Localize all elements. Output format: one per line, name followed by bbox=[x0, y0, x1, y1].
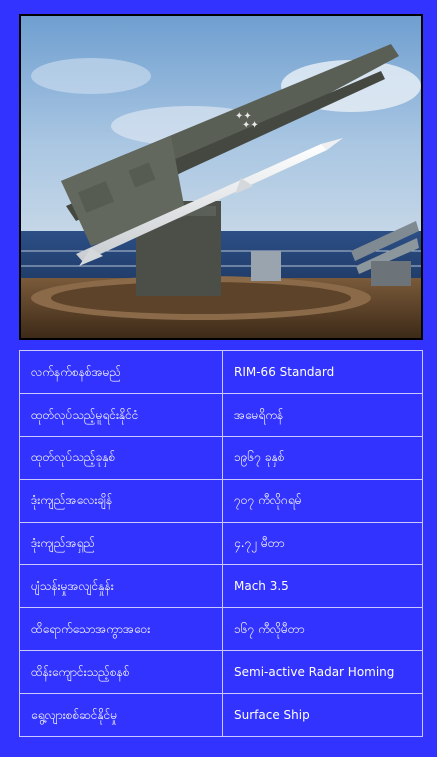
table-row: ဒုံးကျည်အလေးချိန် ၇၀၇ ကီလိုဂရမ် bbox=[19, 478, 423, 523]
spec-label: ထိန်းကျောင်းသည့်စနစ် bbox=[19, 650, 223, 694]
spec-label: ရွေ့လျားစစ်ဆင်နိုင်မှု bbox=[19, 693, 223, 737]
spec-label: ဒုံးကျည်အရှည် bbox=[19, 521, 223, 566]
spec-value: Mach 3.5 bbox=[222, 564, 423, 609]
spec-value: Semi-active Radar Homing bbox=[222, 650, 423, 694]
table-row: ထုတ်လုပ်သည့်ခုနှစ် ၁၉၆၇ ခုနှစ် bbox=[19, 435, 423, 480]
spec-label: လက်နက်စနစ်အမည် bbox=[19, 350, 223, 394]
table-row: ဒုံးကျည်အရှည် ၄.၇၂ မီတာ bbox=[19, 521, 423, 566]
spec-value: ၇၀၇ ကီလိုဂရမ် bbox=[222, 478, 423, 523]
table-row: ထုတ်လုပ်သည့်မူရင်းနိုင်ငံ အမေရိကန် bbox=[19, 392, 423, 437]
spec-value: ၄.၇၂ မီတာ bbox=[222, 521, 423, 566]
table-row: ထိရောက်သောအကွာအဝေး ၁၆၇ ကီလိုမီတာ bbox=[19, 607, 423, 652]
table-row: ရွေ့လျားစစ်ဆင်နိုင်မှု Surface Ship bbox=[19, 693, 423, 737]
spec-label: ထုတ်လုပ်သည့်မူရင်းနိုင်ငံ bbox=[19, 392, 223, 437]
table-row: ထိန်းကျောင်းသည့်စနစ် Semi-active Radar Ho… bbox=[19, 650, 423, 694]
spec-label: ထိရောက်သောအကွာအဝေး bbox=[19, 607, 223, 652]
svg-text:✦✦: ✦✦ bbox=[242, 120, 259, 131]
spec-label: ထုတ်လုပ်သည့်ခုနှစ် bbox=[19, 435, 223, 480]
spec-value: အမေရိကန် bbox=[222, 392, 423, 437]
spec-label: ဒုံးကျည်အလေးချိန် bbox=[19, 478, 223, 523]
table-row: ပျံသန်းမှုအလျင်နှုန်း Mach 3.5 bbox=[19, 564, 423, 609]
spec-value: ၁၉၆၇ ခုနှစ် bbox=[222, 435, 423, 480]
spec-value: Surface Ship bbox=[222, 693, 423, 737]
launcher-image: ✦✦ ✦✦ bbox=[21, 16, 421, 338]
spec-value: ၁၆၇ ကီလိုမီတာ bbox=[222, 607, 423, 652]
missile-launcher-photo: ✦✦ ✦✦ bbox=[19, 14, 423, 340]
spec-label: ပျံသန်းမှုအလျင်နှုန်း bbox=[19, 564, 223, 609]
spec-value: RIM-66 Standard bbox=[222, 350, 423, 394]
table-row: လက်နက်စနစ်အမည် RIM-66 Standard bbox=[19, 350, 423, 394]
specs-table: လက်နက်စနစ်အမည် RIM-66 Standard ထုတ်လုပ်သည… bbox=[19, 350, 423, 737]
